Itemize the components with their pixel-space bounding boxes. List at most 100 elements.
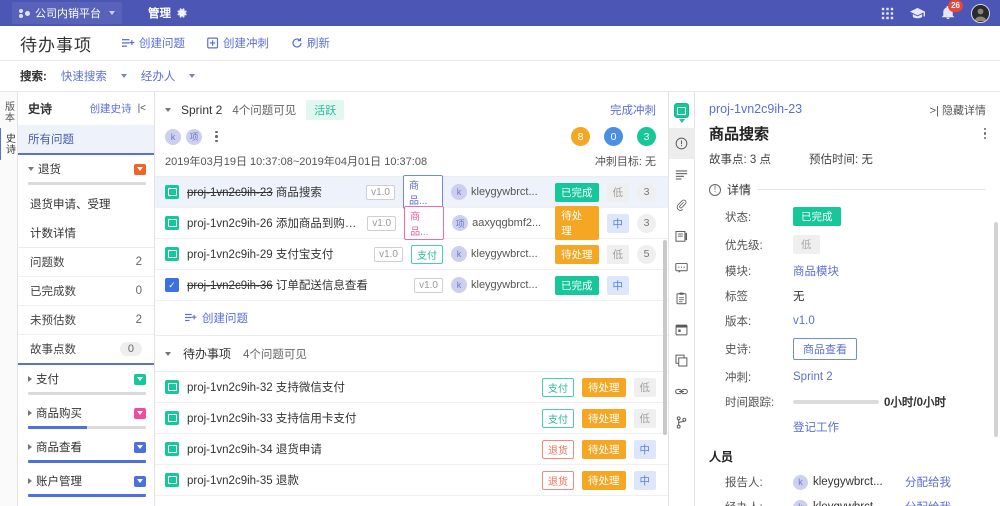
log-work-button[interactable]: 登记工作 bbox=[793, 419, 839, 435]
detail-issue-key[interactable]: proj-1vn2c9ih-23 bbox=[709, 102, 802, 116]
avatar: k bbox=[451, 184, 467, 200]
create-issue-icon bbox=[185, 313, 197, 322]
table-row[interactable]: proj-1vn2c9ih-29 支付宝支付 v1.0 支付 k kleygyw… bbox=[155, 239, 668, 270]
attachment-icon[interactable] bbox=[669, 190, 695, 221]
chevron-right-icon[interactable] bbox=[28, 376, 32, 382]
assignee[interactable]: k kleygywbrct... bbox=[451, 246, 547, 262]
vertical-tab-versions[interactable]: 版本 bbox=[0, 96, 16, 128]
avatar: k bbox=[451, 277, 467, 293]
create-epic-button[interactable]: 创建史诗 bbox=[90, 101, 132, 116]
board-scrollbar[interactable] bbox=[663, 240, 667, 435]
stat-value: 0 bbox=[135, 285, 142, 297]
brand-selector[interactable]: 公司内销平台 bbox=[12, 2, 122, 24]
create-issue-button[interactable]: 创建问题 bbox=[122, 35, 185, 51]
collapse-panel-icon[interactable]: |< bbox=[138, 103, 146, 114]
create-issue-button[interactable]: 创建问题 bbox=[185, 310, 248, 326]
chevron-down-icon[interactable] bbox=[28, 167, 34, 171]
assignee[interactable]: 项 aaxyqgbmf2... bbox=[452, 215, 547, 231]
priority-badge: 低 bbox=[606, 182, 629, 202]
field-value[interactable]: 商品模块 bbox=[793, 263, 839, 279]
epic-item-account[interactable]: 账户管理 bbox=[18, 467, 154, 501]
assign-to-me-button[interactable]: 分配给我 bbox=[905, 474, 951, 490]
assignee[interactable]: k kleygywbrct... bbox=[451, 277, 547, 293]
time-tracking-bar bbox=[793, 400, 879, 404]
table-row[interactable]: proj-1vn2c9ih-34 退货申请 退货 待处理 中 bbox=[155, 434, 668, 465]
description-icon[interactable] bbox=[669, 159, 695, 190]
epic-color-badge[interactable] bbox=[134, 373, 146, 385]
create-sprint-button[interactable]: 创建冲刺 bbox=[207, 35, 269, 51]
refresh-icon bbox=[292, 38, 302, 48]
issue-title: 支持微信支付 bbox=[275, 382, 345, 394]
table-row[interactable]: proj-1vn2c9ih-26 添加商品到购物车 v1.0 商品... 项 a… bbox=[155, 206, 668, 240]
field-version: 版本: v1.0 bbox=[709, 313, 986, 329]
table-row[interactable]: proj-1vn2c9ih-23 商品搜索 v1.0 商品... k kleyg… bbox=[155, 175, 668, 209]
epic-color-badge[interactable] bbox=[134, 475, 146, 487]
detail-section-header: ! 详情 bbox=[709, 181, 986, 198]
status-badge[interactable]: 已完成 bbox=[793, 207, 841, 226]
count-inprogress: 0 bbox=[604, 127, 623, 146]
duplicate-icon[interactable] bbox=[669, 345, 695, 376]
backlog-group-header[interactable]: 待办事项 4个问题可见 bbox=[155, 336, 668, 372]
epic-item-unassigned[interactable]: 未指定史诗的问题 bbox=[18, 501, 154, 506]
detail-scrollbar[interactable] bbox=[994, 222, 998, 437]
sprint-menu-icon[interactable] bbox=[215, 130, 218, 143]
epic-item-purchase[interactable]: 商品购买 bbox=[18, 399, 154, 433]
top-navigation-bar: 公司内销平台 管理 26 bbox=[0, 0, 1000, 26]
quick-search-label: 快速搜索 bbox=[60, 71, 107, 83]
grid-icon[interactable] bbox=[881, 7, 894, 20]
chevron-down-icon[interactable] bbox=[165, 351, 171, 356]
table-row[interactable]: proj-1vn2c9ih-36 订单配送信息查看 v1.0 k kleygyw… bbox=[155, 270, 668, 301]
comment-icon[interactable] bbox=[669, 252, 695, 283]
calendar-icon[interactable] bbox=[669, 314, 695, 345]
refresh-button[interactable]: 刷新 bbox=[291, 35, 330, 51]
detail-menu-icon[interactable] bbox=[983, 127, 986, 140]
chevron-right-icon[interactable] bbox=[28, 478, 32, 484]
field-label: 状态: bbox=[725, 211, 752, 224]
issue-summary: proj-1vn2c9ih-23 商品搜索 bbox=[187, 184, 322, 200]
chevron-right-icon[interactable] bbox=[28, 444, 32, 450]
bell-icon[interactable]: 26 bbox=[941, 0, 963, 20]
table-row[interactable]: proj-1vn2c9ih-35 退款 退货 待处理 中 bbox=[155, 465, 668, 496]
complete-sprint-button[interactable]: 完成冲刺 bbox=[610, 102, 656, 118]
epic-color-badge[interactable] bbox=[134, 441, 146, 453]
field-label: 报告人: bbox=[725, 477, 763, 489]
story-type-icon bbox=[165, 473, 179, 487]
table-row[interactable]: proj-1vn2c9ih-32 支持微信支付 支付 待处理 低 bbox=[155, 372, 668, 403]
epic-item-payment[interactable]: 支付 bbox=[18, 365, 154, 399]
assign-to-me-button[interactable]: 分配给我 bbox=[905, 499, 951, 506]
epic-item-browse[interactable]: 商品查看 bbox=[18, 433, 154, 467]
assignee[interactable]: k kleygywbrct... bbox=[451, 184, 547, 200]
nav-item-manage[interactable]: 管理 bbox=[148, 5, 188, 21]
field-value[interactable]: v1.0 bbox=[793, 315, 815, 327]
subtask-icon[interactable] bbox=[669, 221, 695, 252]
assignee-filter-dropdown[interactable]: 经办人 bbox=[141, 68, 196, 84]
epic-color-badge[interactable] bbox=[134, 407, 146, 419]
epic-item-all-issues[interactable]: 所有问题 bbox=[18, 125, 154, 155]
table-row[interactable]: proj-1vn2c9ih-33 支持信用卡支付 支付 待处理 低 bbox=[155, 403, 668, 434]
issue-summary: proj-1vn2c9ih-32 支持微信支付 bbox=[187, 379, 345, 395]
priority-badge: 中 bbox=[606, 213, 629, 233]
graduation-cap-icon[interactable] bbox=[910, 6, 925, 21]
search-filter-bar: 搜索: 快速搜索 经办人 bbox=[0, 61, 1000, 92]
quick-search-dropdown[interactable]: 快速搜索 bbox=[61, 68, 127, 84]
clipboard-icon[interactable] bbox=[669, 283, 695, 314]
user-avatar[interactable] bbox=[971, 3, 990, 23]
hide-detail-button[interactable]: >| 隐藏详情 bbox=[930, 102, 986, 118]
issue-type-icon[interactable] bbox=[669, 98, 695, 128]
field-label: 标签 bbox=[725, 291, 748, 303]
epic-color-badge[interactable] bbox=[134, 163, 146, 175]
chevron-right-icon[interactable] bbox=[28, 410, 32, 416]
module-tag: 商品... bbox=[403, 175, 443, 209]
field-value[interactable]: Sprint 2 bbox=[793, 371, 833, 383]
priority-badge[interactable]: 低 bbox=[793, 235, 820, 254]
branch-icon[interactable] bbox=[669, 407, 695, 438]
avatar[interactable]: k bbox=[165, 128, 181, 145]
info-circle-icon[interactable] bbox=[668, 128, 695, 159]
vertical-tab-epics[interactable]: 史诗 bbox=[0, 128, 17, 160]
link-icon[interactable] bbox=[669, 376, 695, 407]
epic-item-returns[interactable]: 退货 bbox=[18, 155, 154, 189]
epic-panel: 史诗 创建史诗 |< 所有问题 退货 退货申请、受理 计数详情 问题数 2 已完… bbox=[18, 92, 155, 506]
chevron-down-icon[interactable] bbox=[165, 108, 171, 112]
epic-badge[interactable]: 商品查看 bbox=[793, 338, 857, 360]
avatar[interactable]: 项 bbox=[186, 128, 202, 145]
